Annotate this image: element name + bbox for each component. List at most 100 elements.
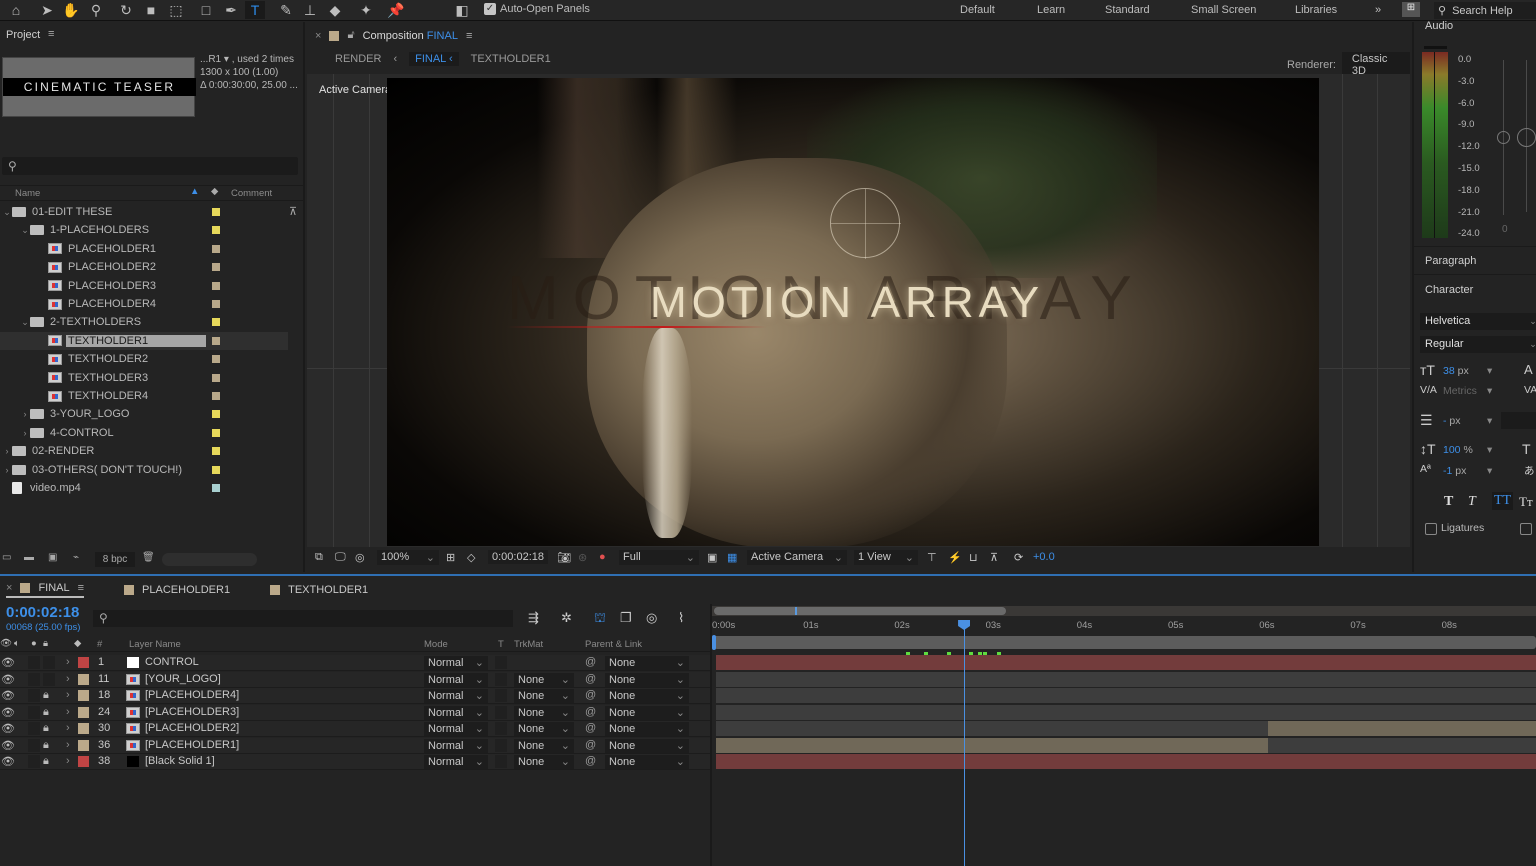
timeline-icon[interactable]: ⊔ [969, 551, 978, 564]
project-item[interactable]: PLACEHOLDER2 [0, 258, 288, 276]
parent-dropdown[interactable]: None ⌄ [605, 689, 689, 703]
exposure-value[interactable]: +0.0 [1033, 551, 1055, 563]
eye-icon[interactable]: 👁︎ [1, 706, 15, 719]
transparency-grid-icon[interactable]: ▦ [727, 551, 737, 564]
interpret-footage-icon[interactable]: ▭ [2, 552, 11, 563]
chevron-right-icon[interactable]: › [2, 446, 12, 456]
project-item[interactable]: video.mp4 [0, 479, 288, 497]
solo-toggle[interactable] [28, 656, 40, 669]
puppet-pin-tool-icon[interactable]: 📌 [386, 1, 406, 19]
parent-dropdown[interactable]: None ⌄ [605, 722, 689, 736]
parent-dropdown[interactable]: None ⌄ [605, 656, 689, 670]
preserve-transparency-toggle[interactable] [495, 656, 507, 669]
layer-row[interactable]: 👁︎ 🔒︎ › 24 [PLACEHOLDER3] Normal ⌄ None ⌄ @ None ⌄ [0, 704, 710, 721]
project-item[interactable]: › 02-RENDER [0, 442, 288, 460]
layer-name[interactable]: [PLACEHOLDER3] [145, 706, 239, 718]
preserve-transparency-toggle[interactable] [495, 755, 507, 768]
all-caps-button[interactable]: TT [1492, 492, 1514, 510]
track-matte-dropdown[interactable]: None ⌄ [514, 672, 574, 687]
layer-label-color[interactable] [78, 723, 89, 734]
eye-icon[interactable]: 👁︎ [1, 722, 15, 735]
vertical-scale-field[interactable]: 100 % [1443, 444, 1473, 456]
chevron-right-icon[interactable]: › [20, 428, 30, 438]
trash-icon[interactable]: 🗑 [142, 552, 155, 563]
blend-mode-dropdown[interactable]: Normal ⌄ [424, 755, 488, 769]
chevron-right-icon[interactable]: › [66, 706, 70, 718]
composition-tab[interactable]: × 🔓︎ Composition FINAL ≡ [315, 29, 472, 42]
pick-whip-icon[interactable]: @ [585, 755, 596, 767]
work-area-start-handle[interactable] [712, 635, 716, 650]
timeline-tab-placeholder1[interactable]: PLACEHOLDER1 [124, 584, 230, 596]
layer-name[interactable]: [PLACEHOLDER4] [145, 689, 239, 701]
font-family-dropdown[interactable]: Helvetica [1420, 313, 1526, 330]
layer-duration-bar[interactable] [716, 704, 1536, 720]
stroke-style-dropdown[interactable] [1501, 412, 1536, 429]
blend-mode-dropdown[interactable]: Normal ⌄ [424, 689, 488, 703]
label-color-swatch[interactable] [212, 465, 220, 474]
breadcrumb-final[interactable]: FINAL [415, 53, 446, 65]
chevron-right-icon[interactable]: › [66, 722, 70, 734]
lock-icon[interactable]: 🔒︎ [43, 739, 49, 752]
lock-icon[interactable]: 🔒︎ [43, 755, 49, 768]
flowchart-icon[interactable]: ⊼ [990, 551, 998, 564]
roto-brush-tool-icon[interactable]: ✦ [356, 1, 376, 19]
panel-menu-icon[interactable]: ≡ [466, 30, 472, 42]
reset-exposure-icon[interactable]: ⟳ [1014, 551, 1023, 564]
label-color-swatch[interactable] [212, 244, 220, 253]
pan-behind-tool-icon[interactable]: ⬚ [166, 1, 186, 19]
lock-open-icon[interactable]: 🔓︎ [347, 29, 354, 42]
workspace-panel-icon[interactable]: ⊞ [1402, 2, 1420, 17]
fast-previews-icon[interactable]: ⚡ [948, 551, 962, 564]
chevron-right-icon[interactable]: › [66, 689, 70, 701]
workspaces-overflow-button[interactable]: » [1375, 4, 1381, 16]
work-area-bar[interactable] [714, 636, 1536, 649]
layer-label-color[interactable] [78, 657, 89, 668]
layer-name[interactable]: CONTROL [145, 656, 199, 668]
timeline-tab-textholder1[interactable]: TEXTHOLDER1 [270, 584, 368, 596]
lock-icon[interactable]: 🔒︎ [43, 638, 48, 649]
time-ruler[interactable]: 0:00s 01s 02s 03s 04s 05s 06s 07s 08s [712, 606, 1536, 640]
preserve-transparency-toggle[interactable] [495, 672, 507, 686]
pick-whip-icon[interactable]: @ [585, 689, 596, 701]
track-matte-dropdown[interactable]: None ⌄ [514, 705, 574, 720]
project-item[interactable]: TEXTHOLDER3 [0, 369, 288, 387]
vr-goggles-icon[interactable]: ◎ [355, 551, 365, 564]
eraser-tool-icon[interactable]: ◆ [325, 1, 345, 19]
show-snapshot-icon[interactable]: ⊛ [578, 551, 587, 564]
magnification-dropdown[interactable]: 100% ⌄ [377, 550, 439, 565]
draft-3d-icon[interactable]: ✲ [561, 610, 572, 626]
project-item[interactable]: PLACEHOLDER4 [0, 295, 288, 313]
project-scrollbar[interactable] [162, 553, 257, 566]
project-item[interactable]: ⌄ 1-PLACEHOLDERS [0, 221, 288, 239]
parent-dropdown[interactable]: None ⌄ [605, 705, 689, 720]
item-usage-info[interactable]: ...R1 ▾ , used 2 times [200, 54, 294, 65]
layer-label-color[interactable] [78, 673, 89, 685]
camera-tool-icon[interactable]: ■ [141, 1, 161, 19]
label-color-swatch[interactable] [212, 447, 220, 456]
small-caps-button[interactable]: Tт [1519, 494, 1533, 510]
column-preserve-transparency[interactable]: T [498, 639, 504, 650]
eye-icon[interactable]: 👁︎ [1, 673, 15, 686]
rectangle-tool-icon[interactable]: □ [196, 1, 216, 19]
layer-label-color[interactable] [78, 739, 89, 751]
composition-viewer[interactable]: Active Camera MOTION ARRAY MOTION ARRAY [307, 74, 1410, 547]
layer-name[interactable]: [PLACEHOLDER2] [145, 722, 239, 734]
chevron-right-icon[interactable]: › [66, 739, 70, 751]
ligatures-checkbox[interactable] [1425, 523, 1437, 535]
close-icon[interactable]: × [315, 30, 321, 42]
panel-menu-icon[interactable]: ≡ [78, 582, 84, 594]
paragraph-panel-title[interactable]: Paragraph [1414, 255, 1536, 267]
label-tag-icon[interactable]: ◆ [211, 186, 218, 197]
workspace-libraries[interactable]: Libraries [1295, 4, 1337, 16]
label-color-swatch[interactable] [212, 300, 220, 308]
project-item[interactable]: › 03-OTHERS( DON'T TOUCH!) [0, 461, 288, 479]
label-color-swatch[interactable] [212, 410, 220, 419]
faux-italic-button[interactable]: T [1468, 494, 1476, 510]
preserve-transparency-toggle[interactable] [495, 738, 507, 752]
timeline-search-input[interactable]: ⚲ [93, 610, 513, 627]
solo-toggle[interactable] [28, 705, 40, 719]
label-color-swatch[interactable] [212, 355, 220, 364]
kerning-field[interactable]: Metrics [1443, 385, 1477, 397]
lock-icon[interactable]: 🔒︎ [43, 689, 49, 702]
layer-duration-bar[interactable] [1267, 721, 1536, 736]
